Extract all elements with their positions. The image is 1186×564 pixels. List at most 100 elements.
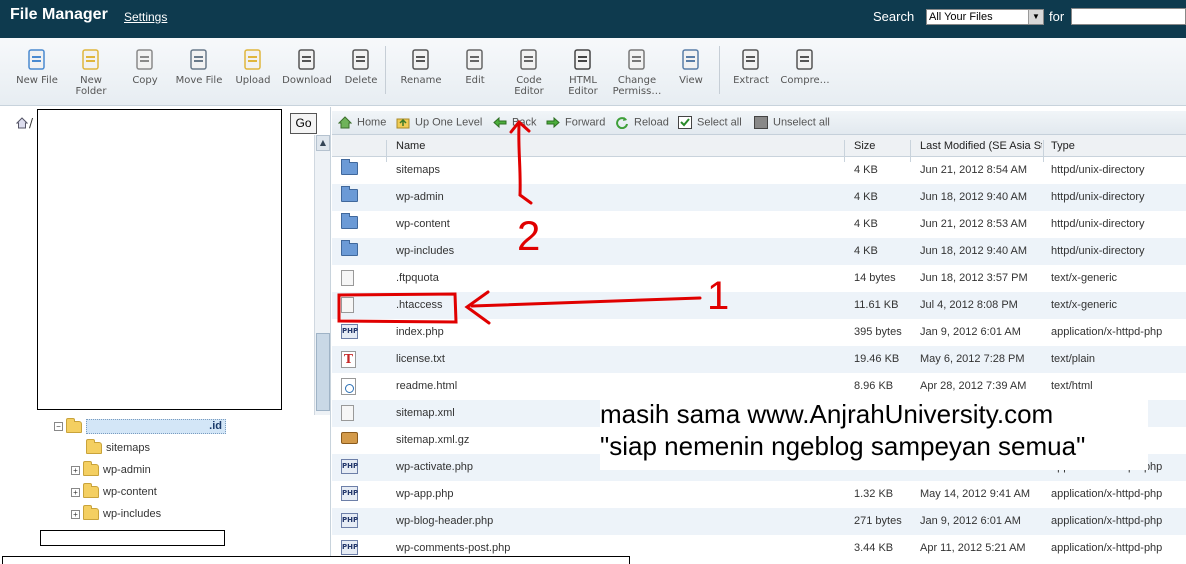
toolbar-button-label: Upload <box>235 75 271 86</box>
column-header-size[interactable]: Size <box>854 140 875 152</box>
folder-icon <box>341 240 358 256</box>
file-size: 4 KB <box>854 191 878 203</box>
home-button[interactable]: Home <box>338 116 386 129</box>
toolbar-button-label: Download <box>282 75 332 86</box>
tree-item-wp-content[interactable]: + wp-content <box>71 483 157 499</box>
copy-icon <box>136 49 153 70</box>
table-row[interactable]: PHP index.php 395 bytes Jan 9, 2012 6:01 AM… <box>332 319 1186 346</box>
code-editor-button[interactable]: Code Editor <box>502 48 556 97</box>
search-scope-value: All Your Files <box>929 11 993 23</box>
search-input[interactable] <box>1071 8 1186 25</box>
tree-root-label[interactable]: .id <box>86 419 226 434</box>
tree-root-node[interactable]: − .id <box>54 417 226 434</box>
rename-icon <box>412 49 429 70</box>
back-button[interactable]: Back <box>493 116 536 129</box>
tree-item-wp-admin[interactable]: + wp-admin <box>71 461 151 477</box>
folder-icon <box>83 505 99 521</box>
file-type: application/x-httpd-php <box>1051 326 1163 338</box>
file-name: sitemap.xml.gz <box>396 434 470 446</box>
file-name: .ftpquota <box>396 272 439 284</box>
copy-button[interactable]: Copy <box>118 48 172 86</box>
toolbar-button-label: View <box>679 75 703 86</box>
home-icon <box>338 116 352 129</box>
view-button[interactable]: View <box>664 48 718 86</box>
table-row[interactable]: PHP wp-comments-post.php 3.44 KB Apr 11, 20… <box>332 535 1186 562</box>
unselect-all-button[interactable]: Unselect all <box>754 116 830 129</box>
compress-button[interactable]: Compre… <box>778 48 832 86</box>
column-header-type[interactable]: Type <box>1051 140 1075 152</box>
up-folder-icon <box>396 118 410 129</box>
expand-icon[interactable]: + <box>71 465 80 475</box>
table-row[interactable]: wp-includes 4 KB Jun 18, 2012 9:40 AM httpd… <box>332 238 1186 265</box>
home-label: Home <box>357 116 387 129</box>
file-modified: Jun 21, 2012 8:53 AM <box>920 218 1028 230</box>
expand-icon[interactable]: + <box>71 509 80 519</box>
reload-button[interactable]: Reload <box>615 116 669 129</box>
tree-item-sitemaps[interactable]: sitemaps <box>86 439 150 455</box>
table-row[interactable]: sitemaps 4 KB Jun 21, 2012 8:54 AM httpd/un… <box>332 157 1186 184</box>
go-button[interactable]: Go <box>290 113 317 134</box>
table-row[interactable]: Tlicense.txt 19.46 KB May 6, 2012 7:28 PM t… <box>332 346 1186 373</box>
reload-icon <box>616 117 628 129</box>
search-scope-select[interactable]: All Your Files ▼ <box>926 9 1044 25</box>
column-header-modified[interactable]: Last Modified (SE Asia St <box>920 140 1042 152</box>
move-file-button[interactable]: Move File <box>172 48 226 86</box>
rename-button[interactable]: Rename <box>394 48 448 86</box>
file-name: .htaccess <box>396 299 443 311</box>
new-folder-button[interactable]: New Folder <box>64 48 118 97</box>
edit-button[interactable]: Edit <box>448 48 502 86</box>
checkbox-empty-icon <box>754 116 768 129</box>
table-row[interactable]: .htaccess 11.61 KB Jul 4, 2012 8:08 PM text… <box>332 292 1186 319</box>
permissions-button[interactable]: Change Permiss… <box>610 48 664 97</box>
extract-button[interactable]: Extract <box>724 48 778 86</box>
file-name: wp-content <box>396 218 450 230</box>
redacted-box <box>40 530 225 546</box>
table-row[interactable]: readme.html 8.96 KB Apr 28, 2012 7:39 AM te… <box>332 373 1186 400</box>
file-size: 19.46 KB <box>854 353 900 365</box>
archive-file-icon <box>341 432 358 444</box>
toolbar-button-label: Compre… <box>780 75 830 86</box>
forward-button[interactable]: Forward <box>546 116 605 129</box>
delete-button[interactable]: Delete <box>334 48 388 86</box>
tree-item-wp-includes[interactable]: + wp-includes <box>71 505 161 521</box>
path-prefix: / <box>29 116 34 130</box>
collapse-icon[interactable]: − <box>54 422 63 431</box>
toolbar-button-label: Copy <box>132 75 158 86</box>
toolbar-button-label: Change Permiss… <box>612 75 662 97</box>
html-editor-button[interactable]: HTML Editor <box>556 48 610 97</box>
view-icon <box>682 49 699 70</box>
path-input[interactable] <box>37 109 282 410</box>
column-header-name[interactable]: Name <box>396 140 425 152</box>
scroll-up-icon[interactable]: ▲ <box>316 135 330 151</box>
select-all-button[interactable]: Select all <box>678 116 742 129</box>
settings-link[interactable]: Settings <box>124 10 167 24</box>
new-file-button[interactable]: New File <box>10 48 64 86</box>
file-name: index.php <box>396 326 444 338</box>
for-label: for <box>1049 9 1065 24</box>
download-button[interactable]: Download <box>280 48 334 86</box>
toolbar-button-label: New File <box>16 75 58 86</box>
file-modified: Jan 9, 2012 6:01 AM <box>920 326 1021 338</box>
table-row[interactable]: wp-admin 4 KB Jun 18, 2012 9:40 AM httpd/un… <box>332 184 1186 211</box>
back-arrow-icon <box>493 116 507 129</box>
file-size: 4 KB <box>854 164 878 176</box>
upload-button[interactable]: Upload <box>226 48 280 86</box>
tree-scrollbar[interactable]: ▲ <box>314 135 330 415</box>
table-row[interactable]: wp-content 4 KB Jun 21, 2012 8:53 AM httpd/… <box>332 211 1186 238</box>
edit-icon <box>466 49 483 70</box>
unselect-all-label: Unselect all <box>773 116 830 129</box>
folder-icon <box>83 483 99 499</box>
home-icon[interactable] <box>16 117 28 129</box>
text-file-icon <box>341 297 354 313</box>
expand-icon[interactable]: + <box>71 487 80 497</box>
up-one-level-button[interactable]: Up One Level <box>396 116 482 129</box>
file-modified: Apr 28, 2012 7:39 AM <box>920 380 1027 392</box>
table-row[interactable]: .ftpquota 14 bytes Jun 18, 2012 3:57 PM tex… <box>332 265 1186 292</box>
table-row[interactable]: PHP wp-app.php 1.32 KB May 14, 2012 9:41 AM… <box>332 481 1186 508</box>
file-size: 395 bytes <box>854 326 902 338</box>
file-size: 271 bytes <box>854 515 902 527</box>
file-name: license.txt <box>396 353 445 365</box>
file-type: text/html <box>1051 380 1093 392</box>
scrollbar-thumb[interactable] <box>316 333 330 411</box>
table-row[interactable]: PHP wp-blog-header.php 271 bytes Jan 9, 201… <box>332 508 1186 535</box>
